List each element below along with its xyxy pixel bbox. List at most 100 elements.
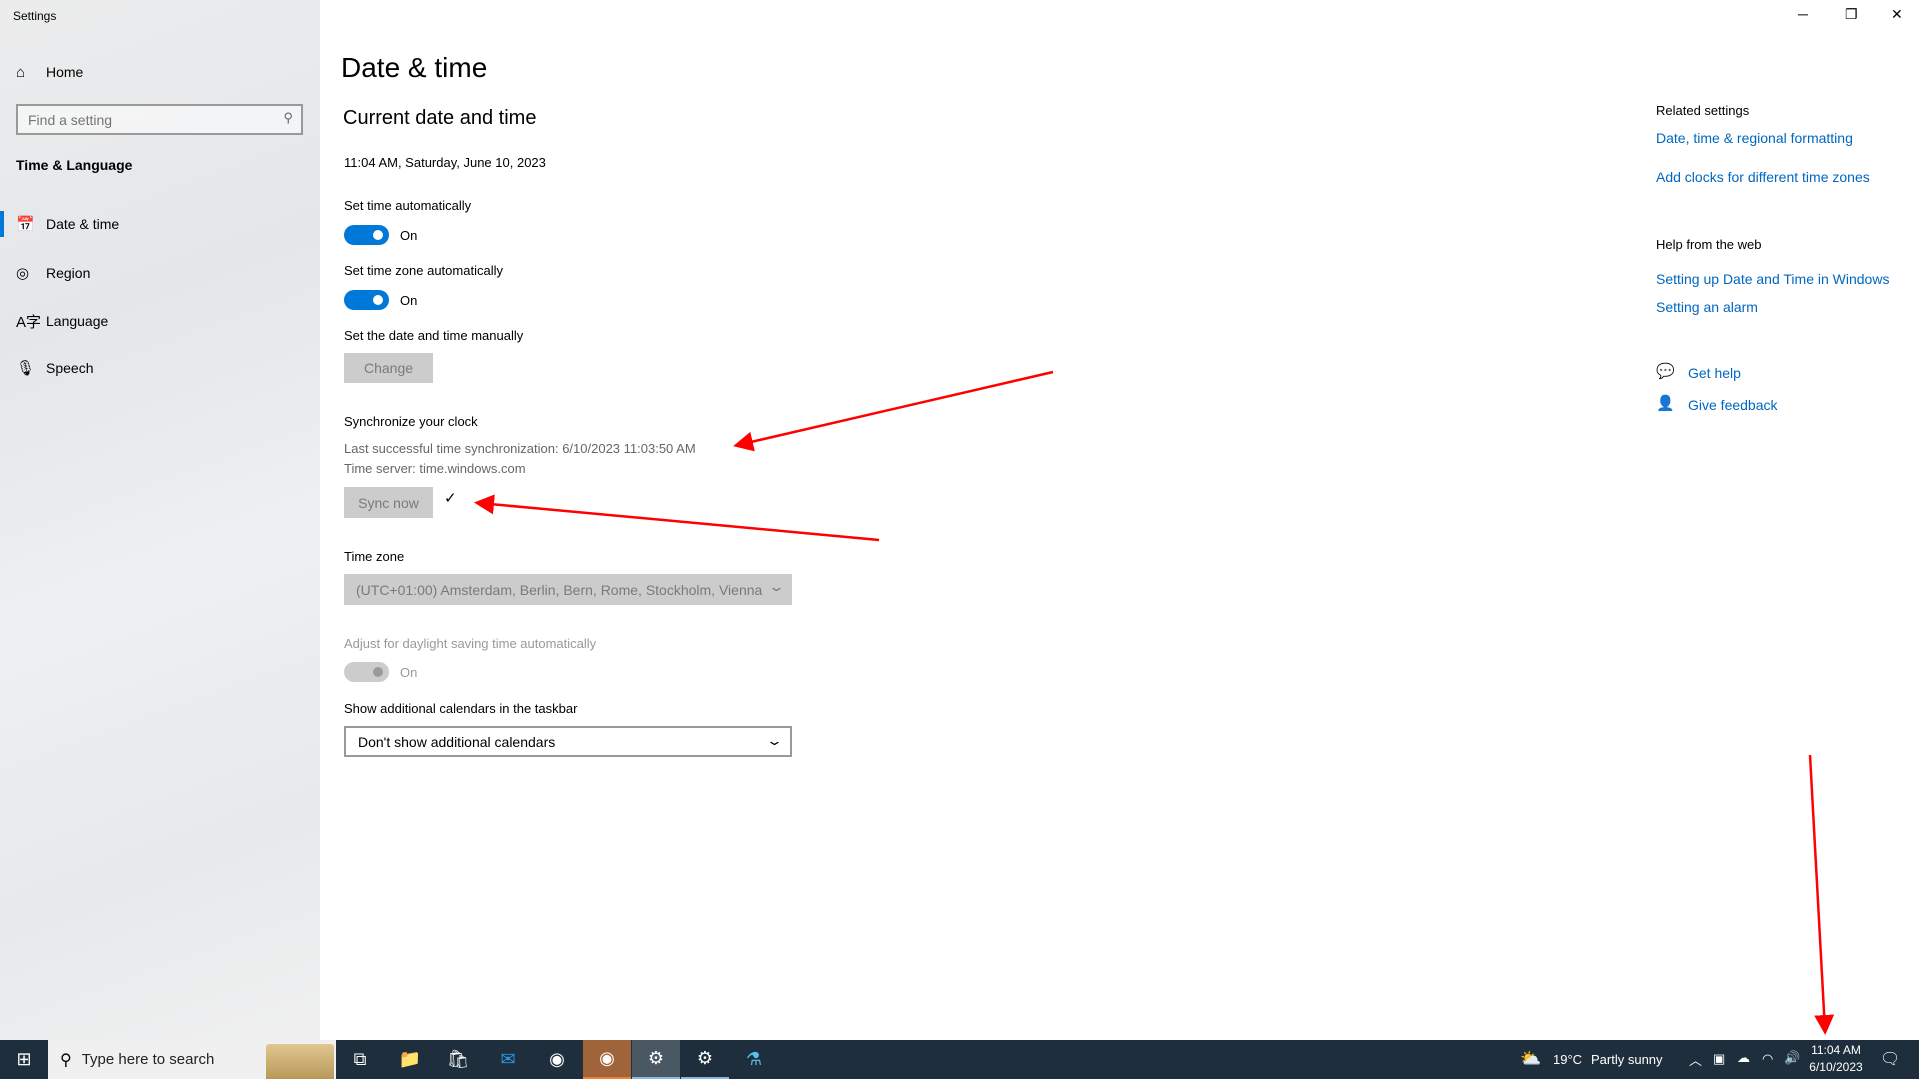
- settings-alt-button[interactable]: ⚙: [681, 1040, 729, 1079]
- help-heading: Help from the web: [1656, 237, 1762, 252]
- sidebar-home[interactable]: ⌂ Home: [0, 52, 320, 92]
- sidebar-item-region[interactable]: ◎ Region: [0, 253, 320, 293]
- checkmark-icon: ✓: [444, 490, 457, 507]
- home-icon: ⌂: [16, 63, 26, 81]
- change-button[interactable]: Change: [344, 353, 433, 383]
- annotation-arrow-clock: [1808, 754, 1835, 1035]
- chrome-active-button[interactable]: ◉: [583, 1040, 631, 1079]
- chrome-button[interactable]: ◉: [533, 1040, 581, 1079]
- get-help-link[interactable]: Get help: [1688, 365, 1741, 381]
- store-button[interactable]: 🛍: [434, 1040, 482, 1079]
- calendar-clock-icon: 📅: [16, 216, 35, 233]
- clock-date: 6/10/2023: [1809, 1060, 1863, 1074]
- calendars-label: Show additional calendars in the taskbar: [344, 701, 578, 716]
- chevron-up-icon[interactable]: ︿: [1689, 1050, 1702, 1069]
- search-input[interactable]: [18, 106, 268, 133]
- folder-icon: 📁: [398, 1049, 422, 1069]
- give-feedback-link[interactable]: Give feedback: [1688, 397, 1778, 413]
- annotation-arrow-sync-time: [733, 370, 1054, 452]
- settings-button[interactable]: ⚙: [632, 1040, 680, 1079]
- dst-label: Adjust for daylight saving time automati…: [344, 636, 597, 651]
- start-button[interactable]: ⊞: [0, 1040, 48, 1079]
- weather-icon: ⛅: [1520, 1049, 1542, 1068]
- chrome-icon: ◉: [549, 1049, 565, 1069]
- home-label: Home: [46, 64, 84, 80]
- set-time-auto-toggle[interactable]: [344, 225, 389, 245]
- feedback-icon: 👤: [1656, 395, 1675, 412]
- set-tz-auto-toggle[interactable]: [344, 290, 389, 310]
- dst-toggle[interactable]: [344, 662, 389, 682]
- lab-app-button[interactable]: ⚗: [730, 1040, 778, 1079]
- sidebar-item-date-time[interactable]: 📅 Date & time: [0, 204, 320, 244]
- gears-icon: ⚙: [696, 1048, 714, 1068]
- last-sync-text: Last successful time synchronization: 6/…: [344, 441, 696, 456]
- calendars-dropdown[interactable]: Don't show additional calendars ⌄: [344, 726, 792, 757]
- language-icon: A字: [16, 313, 42, 331]
- chevron-down-icon: ⌄: [767, 579, 786, 594]
- minimize-button[interactable]: ─: [1798, 6, 1808, 22]
- microphone-icon: 🎙: [16, 360, 36, 377]
- gear-icon: ⚙: [647, 1048, 665, 1068]
- weather-temp[interactable]: 19°C: [1553, 1052, 1582, 1067]
- page-title: Date & time: [341, 52, 488, 83]
- task-view-icon: ⧉: [353, 1049, 367, 1069]
- link-setting-alarm[interactable]: Setting an alarm: [1656, 299, 1758, 315]
- nav-label: Region: [46, 265, 91, 281]
- find-setting-search[interactable]: ⚲: [16, 104, 303, 135]
- link-regional-formatting[interactable]: Date, time & regional formatting: [1656, 130, 1853, 146]
- section-heading: Time & Language: [16, 157, 133, 173]
- sync-now-button[interactable]: Sync now: [344, 487, 433, 518]
- close-button[interactable]: ✕: [1891, 6, 1903, 23]
- clock-time: 11:04 AM: [1811, 1043, 1861, 1057]
- sync-heading: Synchronize your clock: [344, 414, 478, 429]
- onedrive-icon[interactable]: ☁: [1737, 1050, 1750, 1066]
- globe-icon: ◎: [16, 265, 30, 282]
- restore-button[interactable]: ❐: [1845, 6, 1858, 23]
- chrome-icon: ◉: [599, 1048, 615, 1068]
- sidebar-item-language[interactable]: A字 Language: [0, 301, 320, 341]
- file-explorer-button[interactable]: 📁: [386, 1040, 434, 1079]
- volume-icon[interactable]: 🔊: [1784, 1050, 1800, 1066]
- notification-icon[interactable]: 🗨: [1880, 1049, 1900, 1069]
- current-datetime: 11:04 AM, Saturday, June 10, 2023: [344, 155, 546, 170]
- timezone-value: (UTC+01:00) Amsterdam, Berlin, Bern, Rom…: [356, 581, 763, 598]
- set-time-auto-label: Set time automatically: [344, 198, 472, 213]
- store-icon: 🛍: [446, 1049, 470, 1069]
- section-title: Current date and time: [343, 107, 537, 129]
- search-icon: ⚲: [283, 110, 293, 125]
- toggle-state: On: [400, 293, 418, 308]
- toggle-state: On: [400, 228, 418, 243]
- nav-label: Speech: [46, 360, 94, 376]
- search-icon: ⚲: [60, 1051, 72, 1069]
- flask-icon: ⚗: [745, 1049, 763, 1069]
- taskbar-search[interactable]: ⚲ Type here to search: [48, 1040, 336, 1079]
- time-server-text: Time server: time.windows.com: [344, 461, 526, 476]
- weather-text[interactable]: Partly sunny: [1591, 1052, 1663, 1067]
- timezone-label: Time zone: [344, 549, 405, 564]
- mail-button[interactable]: ✉: [484, 1040, 532, 1079]
- search-highlight-image: [266, 1044, 334, 1079]
- task-view-button[interactable]: ⧉: [336, 1040, 384, 1079]
- link-setting-up-date-time[interactable]: Setting up Date and Time in Windows: [1656, 271, 1889, 287]
- link-add-clocks[interactable]: Add clocks for different time zones: [1656, 169, 1870, 185]
- set-tz-auto-label: Set time zone automatically: [344, 263, 503, 278]
- windows-icon: ⊞: [16, 1049, 32, 1069]
- taskbar: ⊞ ⚲ Type here to search ⧉ 📁 🛍 ✉ ◉ ◉ ⚙ ⚙ …: [0, 1040, 1919, 1079]
- chevron-down-icon: ⌄: [765, 733, 784, 748]
- sidebar-item-speech[interactable]: 🎙 Speech: [0, 348, 320, 388]
- manual-label: Set the date and time manually: [344, 328, 524, 343]
- nav-label: Date & time: [46, 216, 120, 232]
- nav-label: Language: [46, 313, 109, 329]
- toggle-state: On: [400, 665, 418, 680]
- meet-now-icon[interactable]: ▣: [1713, 1051, 1725, 1067]
- taskbar-search-placeholder: Type here to search: [81, 1051, 215, 1068]
- related-heading: Related settings: [1656, 103, 1750, 118]
- clock[interactable]: 11:04 AM 6/10/2023: [1808, 1043, 1864, 1074]
- annotation-arrow-checkmark: [474, 494, 880, 542]
- sidebar: Settings ⌂ Home ⚲ Time & Language 📅 Date …: [0, 0, 320, 1040]
- window-title: Settings: [13, 9, 57, 23]
- mail-icon: ✉: [500, 1049, 516, 1069]
- calendars-value: Don't show additional calendars: [358, 733, 556, 750]
- wifi-icon[interactable]: ◠: [1762, 1051, 1773, 1067]
- timezone-dropdown[interactable]: (UTC+01:00) Amsterdam, Berlin, Bern, Rom…: [344, 574, 792, 605]
